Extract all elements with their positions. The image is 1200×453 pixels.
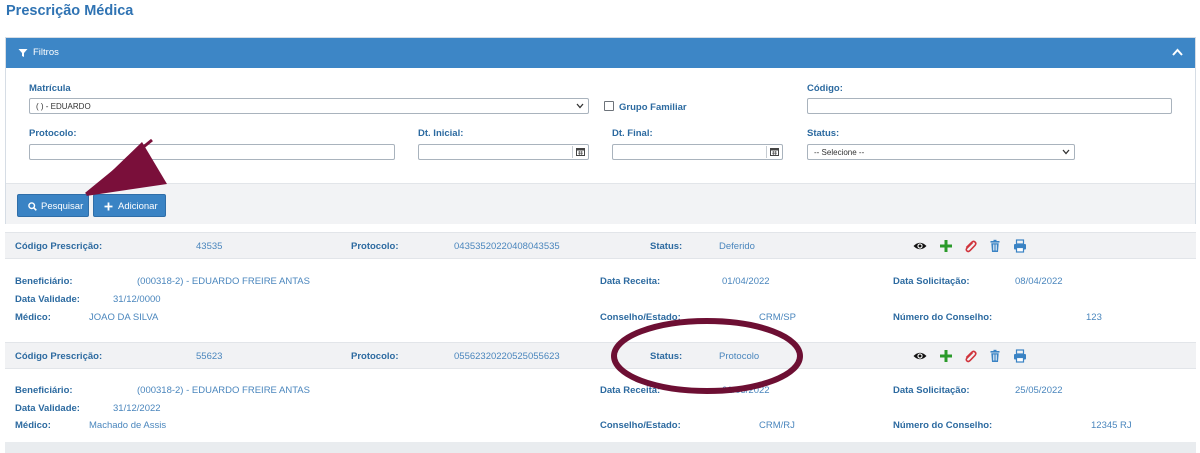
codigo-label: Código: (807, 83, 843, 94)
print-icon[interactable] (1013, 349, 1027, 363)
codigo-prescricao-label: Código Prescrição: (15, 351, 103, 362)
eye-icon[interactable] (913, 239, 927, 253)
conselho-estado-label: Conselho/Estado: (600, 312, 681, 323)
codigo-input[interactable] (807, 98, 1172, 114)
prescription-details: Beneficiário: (000318-2) - EDUARDO FREIR… (5, 370, 1196, 442)
numero-conselho-value: 12345 RJ (1091, 420, 1132, 431)
paperclip-icon[interactable] (963, 349, 977, 363)
matricula-value: ( ) - EDUARDO (36, 102, 91, 111)
trash-icon[interactable] (988, 239, 1002, 253)
chevron-down-icon (1062, 149, 1070, 155)
filters-panel: Filtros Matrícula ( ) - EDUARDO Grupo Fa… (5, 37, 1196, 224)
codigo-prescricao-label: Código Prescrição: (15, 241, 103, 252)
data-receita-label: Data Receita: (600, 385, 661, 396)
codigo-prescricao-value: 55623 (196, 351, 223, 362)
status-select[interactable]: -- Selecione -- (807, 144, 1075, 160)
filters-title: Filtros (33, 47, 59, 58)
protocolo-label: Protocolo: (351, 351, 399, 362)
prescription-details: Beneficiário: (000318-2) - EDUARDO FREIR… (5, 260, 1196, 336)
status-value: Deferido (719, 241, 755, 252)
numero-conselho-label: Número do Conselho: (893, 420, 993, 431)
calendar-icon[interactable] (572, 146, 587, 158)
data-solicitacao-value: 08/04/2022 (1015, 276, 1063, 287)
plus-icon (104, 202, 113, 211)
beneficiario-label: Beneficiário: (15, 385, 73, 396)
filter-icon (18, 49, 28, 57)
page-title: Prescrição Médica (6, 3, 134, 19)
protocolo-value: 05562320220525055623 (454, 351, 560, 362)
status-select-value: -- Selecione -- (814, 148, 865, 157)
matricula-select[interactable]: ( ) - EDUARDO (29, 98, 589, 114)
numero-conselho-label: Número do Conselho: (893, 312, 993, 323)
protocolo-label: Protocolo: (29, 128, 77, 139)
status-label: Status: (650, 351, 683, 362)
grupo-familiar-label: Grupo Familiar (619, 102, 687, 113)
conselho-estado-value: CRM/RJ (759, 420, 795, 431)
dt-inicial-label: Dt. Inicial: (418, 128, 464, 139)
search-button-label: Pesquisar (41, 201, 84, 212)
paperclip-icon[interactable] (963, 239, 977, 253)
trash-icon[interactable] (988, 349, 1002, 363)
prescription-header: Código Prescrição: 43535 Protocolo: 0435… (5, 232, 1196, 259)
print-icon[interactable] (1013, 239, 1027, 253)
calendar-icon[interactable] (766, 146, 781, 158)
search-icon (28, 202, 37, 211)
numero-conselho-value: 123 (1086, 312, 1102, 323)
data-validade-value: 31/12/2022 (113, 403, 161, 414)
data-validade-label: Data Validade: (15, 403, 80, 414)
medico-label: Médico: (15, 312, 51, 323)
filters-footer: Pesquisar Adicionar (6, 183, 1195, 224)
data-validade-label: Data Validade: (15, 294, 80, 305)
beneficiario-value: (000318-2) - EDUARDO FREIRE ANTAS (137, 276, 310, 287)
codigo-prescricao-value: 43535 (196, 241, 223, 252)
add-button[interactable]: Adicionar (93, 194, 166, 217)
dt-inicial-input[interactable] (418, 144, 589, 160)
medico-label: Médico: (15, 420, 51, 431)
protocolo-value: 04353520220408043535 (454, 241, 560, 252)
data-solicitacao-label: Data Solicitação: (893, 385, 970, 396)
matricula-label: Matrícula (29, 83, 71, 94)
eye-icon[interactable] (913, 349, 927, 363)
data-solicitacao-value: 25/05/2022 (1015, 385, 1063, 396)
chevron-down-icon (576, 103, 584, 109)
beneficiario-label: Beneficiário: (15, 276, 73, 287)
status-label: Status: (807, 128, 840, 139)
beneficiario-value: (000318-2) - EDUARDO FREIRE ANTAS (137, 385, 310, 396)
dt-final-label: Dt. Final: (612, 128, 653, 139)
data-receita-value: 01/04/2022 (722, 276, 770, 287)
data-receita-value: 01/05/2022 (722, 385, 770, 396)
data-solicitacao-label: Data Solicitação: (893, 276, 970, 287)
page-bottom (5, 442, 1196, 453)
protocolo-input[interactable] (29, 144, 395, 160)
medico-value: Machado de Assis (89, 420, 167, 431)
prescription-header: Código Prescrição: 55623 Protocolo: 0556… (5, 342, 1196, 369)
chevron-up-icon[interactable] (1172, 48, 1183, 56)
plus-icon[interactable] (939, 349, 953, 363)
protocolo-label: Protocolo: (351, 241, 399, 252)
plus-icon[interactable] (939, 239, 953, 253)
add-button-label: Adicionar (118, 201, 158, 212)
status-label: Status: (650, 241, 683, 252)
data-receita-label: Data Receita: (600, 276, 661, 287)
filters-heading[interactable]: Filtros (6, 38, 1195, 68)
status-value: Protocolo (719, 351, 760, 362)
grupo-familiar-checkbox[interactable] (604, 101, 614, 111)
data-validade-value: 31/12/0000 (113, 294, 161, 305)
dt-final-input[interactable] (612, 144, 783, 160)
search-button[interactable]: Pesquisar (17, 194, 89, 217)
conselho-estado-label: Conselho/Estado: (600, 420, 681, 431)
medico-value: JOAO DA SILVA (89, 312, 159, 323)
conselho-estado-value: CRM/SP (759, 312, 796, 323)
